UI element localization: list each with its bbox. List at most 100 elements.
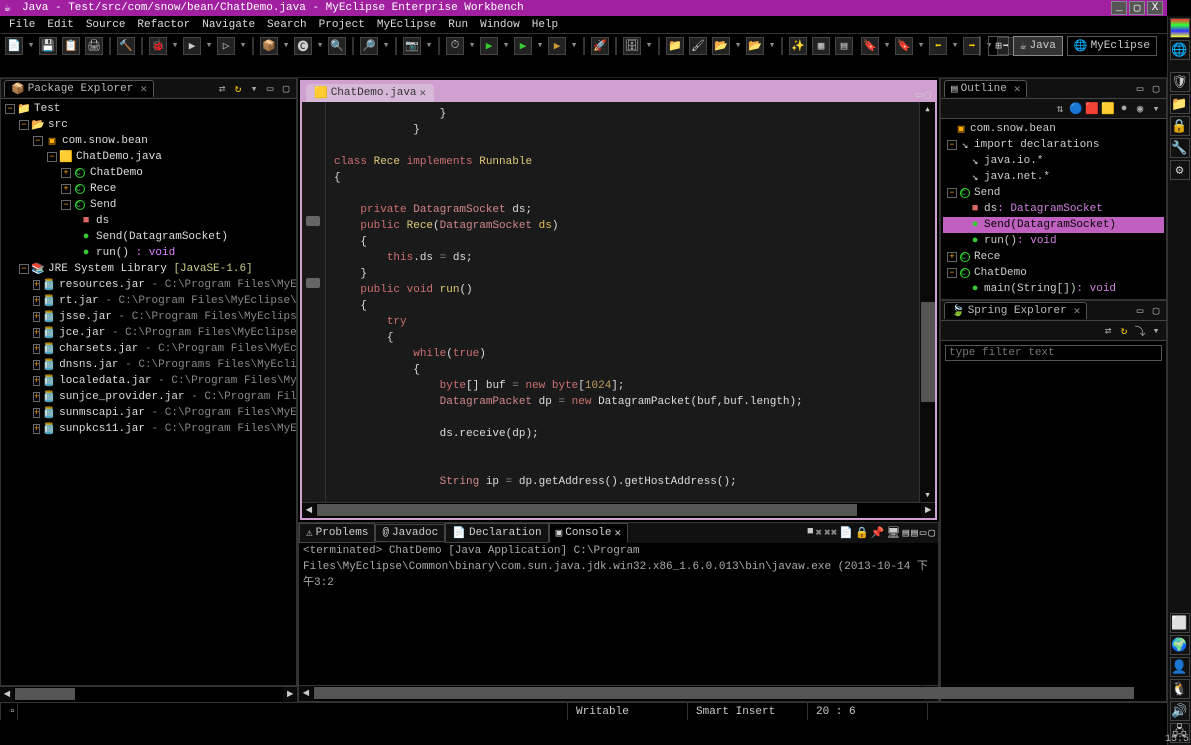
- expand-icon[interactable]: −: [19, 120, 29, 130]
- print-button[interactable]: 🖨: [85, 37, 103, 55]
- open-folder-button[interactable]: 📁: [666, 37, 684, 55]
- expand-icon[interactable]: +: [33, 424, 40, 434]
- folder3-button[interactable]: 📂: [746, 37, 764, 55]
- coverage-button[interactable]: ▶: [514, 37, 532, 55]
- expand-icon[interactable]: +: [33, 296, 40, 306]
- open-console-button[interactable]: ▤: [903, 526, 910, 540]
- speaker-icon[interactable]: 🔊: [1170, 701, 1190, 721]
- editor-gutter[interactable]: [302, 102, 326, 502]
- lock-icon[interactable]: 🔒: [1170, 116, 1190, 136]
- tree-jar[interactable]: +🫙resources.jar - C:\Program Files\MyEcl…: [3, 277, 294, 293]
- debug-dropdown[interactable]: ▾: [171, 36, 179, 54]
- outline-tree[interactable]: ▣com.snow.bean −↘import declarations ↘ja…: [941, 119, 1166, 299]
- close-tab-icon[interactable]: ✕: [614, 526, 621, 540]
- tree-jar[interactable]: +🫙dnsns.jar - C:\Programs Files\MyEclips…: [3, 357, 294, 373]
- server-button[interactable]: 🗄: [623, 37, 641, 55]
- maximize-view-button[interactable]: ▢: [279, 82, 293, 96]
- sort-button[interactable]: ⇅: [1053, 102, 1067, 116]
- scroll-thumb[interactable]: [921, 302, 935, 402]
- scroll-lock-button[interactable]: 🔒: [855, 526, 869, 540]
- new-class-button[interactable]: 🅒: [294, 37, 312, 55]
- ie-icon[interactable]: 🌐: [1170, 40, 1190, 60]
- expand-icon[interactable]: −: [19, 264, 29, 274]
- tab-console[interactable]: ▣ Console ✕: [549, 523, 628, 543]
- fold-marker[interactable]: [306, 216, 320, 226]
- save-all-button[interactable]: 📋: [62, 37, 80, 55]
- tab-problems[interactable]: ⚠ Problems: [299, 523, 375, 543]
- scroll-down-button[interactable]: ▾: [920, 488, 935, 502]
- menu-help[interactable]: Help: [527, 19, 563, 31]
- tab-javadoc[interactable]: @ Javadoc: [375, 524, 445, 542]
- perspective-java[interactable]: ☕ Java: [1013, 36, 1063, 56]
- maximize-panel-button[interactable]: ▢: [928, 526, 935, 540]
- remove-launch-button[interactable]: ✖: [816, 526, 823, 540]
- expand-icon[interactable]: −: [947, 140, 957, 150]
- run-dropdown[interactable]: ▾: [205, 36, 213, 54]
- folder2-button[interactable]: 📂: [712, 37, 730, 55]
- relaunch-button[interactable]: ▶: [548, 37, 566, 55]
- maximize-view-button[interactable]: ▢: [1149, 82, 1163, 96]
- tab-declaration[interactable]: 📄 Declaration: [445, 523, 548, 543]
- scroll-up-button[interactable]: ▴: [920, 102, 935, 114]
- new-console-button[interactable]: ▤: [911, 526, 918, 540]
- minimize-view-button[interactable]: ▭: [1133, 82, 1147, 96]
- link-button[interactable]: ↻: [1117, 324, 1131, 338]
- filter-button[interactable]: ⤵: [1133, 324, 1147, 338]
- view-menu-button[interactable]: ▾: [1149, 324, 1163, 338]
- tree-jar[interactable]: +🫙jsse.jar - C:\Program Files\MyEclipse\…: [3, 309, 294, 325]
- menu-file[interactable]: File: [4, 19, 40, 31]
- expand-icon[interactable]: −: [61, 200, 71, 210]
- new-button[interactable]: 📄: [5, 37, 23, 55]
- display-button[interactable]: 🖥: [887, 526, 901, 540]
- menu-window[interactable]: Window: [475, 19, 525, 31]
- expand-icon[interactable]: −: [33, 136, 43, 146]
- collapse-all-button[interactable]: ⇄: [1101, 324, 1115, 338]
- maximize-editor-button[interactable]: ▢: [924, 88, 931, 102]
- tree-jar[interactable]: +🫙rt.jar - C:\Program Files\MyEclipse\Co…: [3, 293, 294, 309]
- outline-selected[interactable]: ●Send(DatagramSocket): [943, 217, 1164, 233]
- minimize-editor-button[interactable]: ▭: [916, 88, 923, 102]
- minimize-view-button[interactable]: ▭: [263, 82, 277, 96]
- fold-marker[interactable]: [306, 278, 320, 288]
- brush-button[interactable]: 🖌: [689, 37, 707, 55]
- view-menu-button[interactable]: ▾: [247, 82, 261, 96]
- collapse-all-button[interactable]: ⇄: [215, 82, 229, 96]
- menu-myeclipse[interactable]: MyEclipse: [372, 19, 441, 31]
- expand-icon[interactable]: +: [33, 376, 40, 386]
- expand-icon[interactable]: +: [33, 312, 40, 322]
- hide-nonpublic-button[interactable]: 🟨: [1101, 102, 1115, 116]
- menu-navigate[interactable]: Navigate: [197, 19, 260, 31]
- tree-jar[interactable]: +🫙sunjce_provider.jar - C:\Program Files: [3, 389, 294, 405]
- close-tab-icon[interactable]: ✕: [420, 86, 427, 100]
- expand-icon[interactable]: +: [33, 360, 40, 370]
- expand-icon[interactable]: +: [947, 252, 957, 262]
- remove-all-button[interactable]: ✖✖: [824, 526, 837, 540]
- back-button[interactable]: ⬅: [929, 37, 947, 55]
- penguin-icon[interactable]: 🐧: [1170, 679, 1190, 699]
- hide-local-button[interactable]: ●: [1117, 102, 1131, 116]
- scroll-left-button[interactable]: ◄: [0, 687, 14, 702]
- view-menu-button[interactable]: ▾: [1149, 102, 1163, 116]
- new-package-button[interactable]: 📦: [260, 37, 278, 55]
- expand-icon[interactable]: −: [947, 268, 957, 278]
- spring-explorer-tab[interactable]: 🍃 Spring Explorer ✕: [944, 302, 1087, 319]
- menu-source[interactable]: Source: [81, 19, 131, 31]
- run-button[interactable]: ▶: [183, 37, 201, 55]
- gear-icon[interactable]: ⚙: [1170, 160, 1190, 180]
- tree-jar[interactable]: +🫙localedata.jar - C:\Program Files\MyEc: [3, 373, 294, 389]
- profile-button[interactable]: ⏱: [446, 37, 464, 55]
- tag1-button[interactable]: 🔖: [861, 37, 879, 55]
- tree-jar[interactable]: +🫙sunmscapi.jar - C:\Program Files\MyEcl…: [3, 405, 294, 421]
- expand-icon[interactable]: +: [33, 280, 40, 290]
- open-perspective-button[interactable]: ⊞: [988, 36, 1009, 56]
- expand-icon[interactable]: +: [33, 328, 40, 338]
- msn-icon[interactable]: 👤: [1170, 657, 1190, 677]
- editor-tab-chatdemo[interactable]: 🟨ChatDemo.java✕: [306, 84, 434, 102]
- close-tab-icon[interactable]: ✕: [140, 82, 147, 96]
- focus-button[interactable]: ◉: [1133, 102, 1147, 116]
- scroll-left-button[interactable]: ◄: [299, 686, 313, 701]
- ext-run-button[interactable]: ▶: [480, 37, 498, 55]
- link-editor-button[interactable]: ↻: [231, 82, 245, 96]
- expand-icon[interactable]: −: [47, 152, 57, 162]
- close-tab-icon[interactable]: ✕: [1074, 304, 1081, 318]
